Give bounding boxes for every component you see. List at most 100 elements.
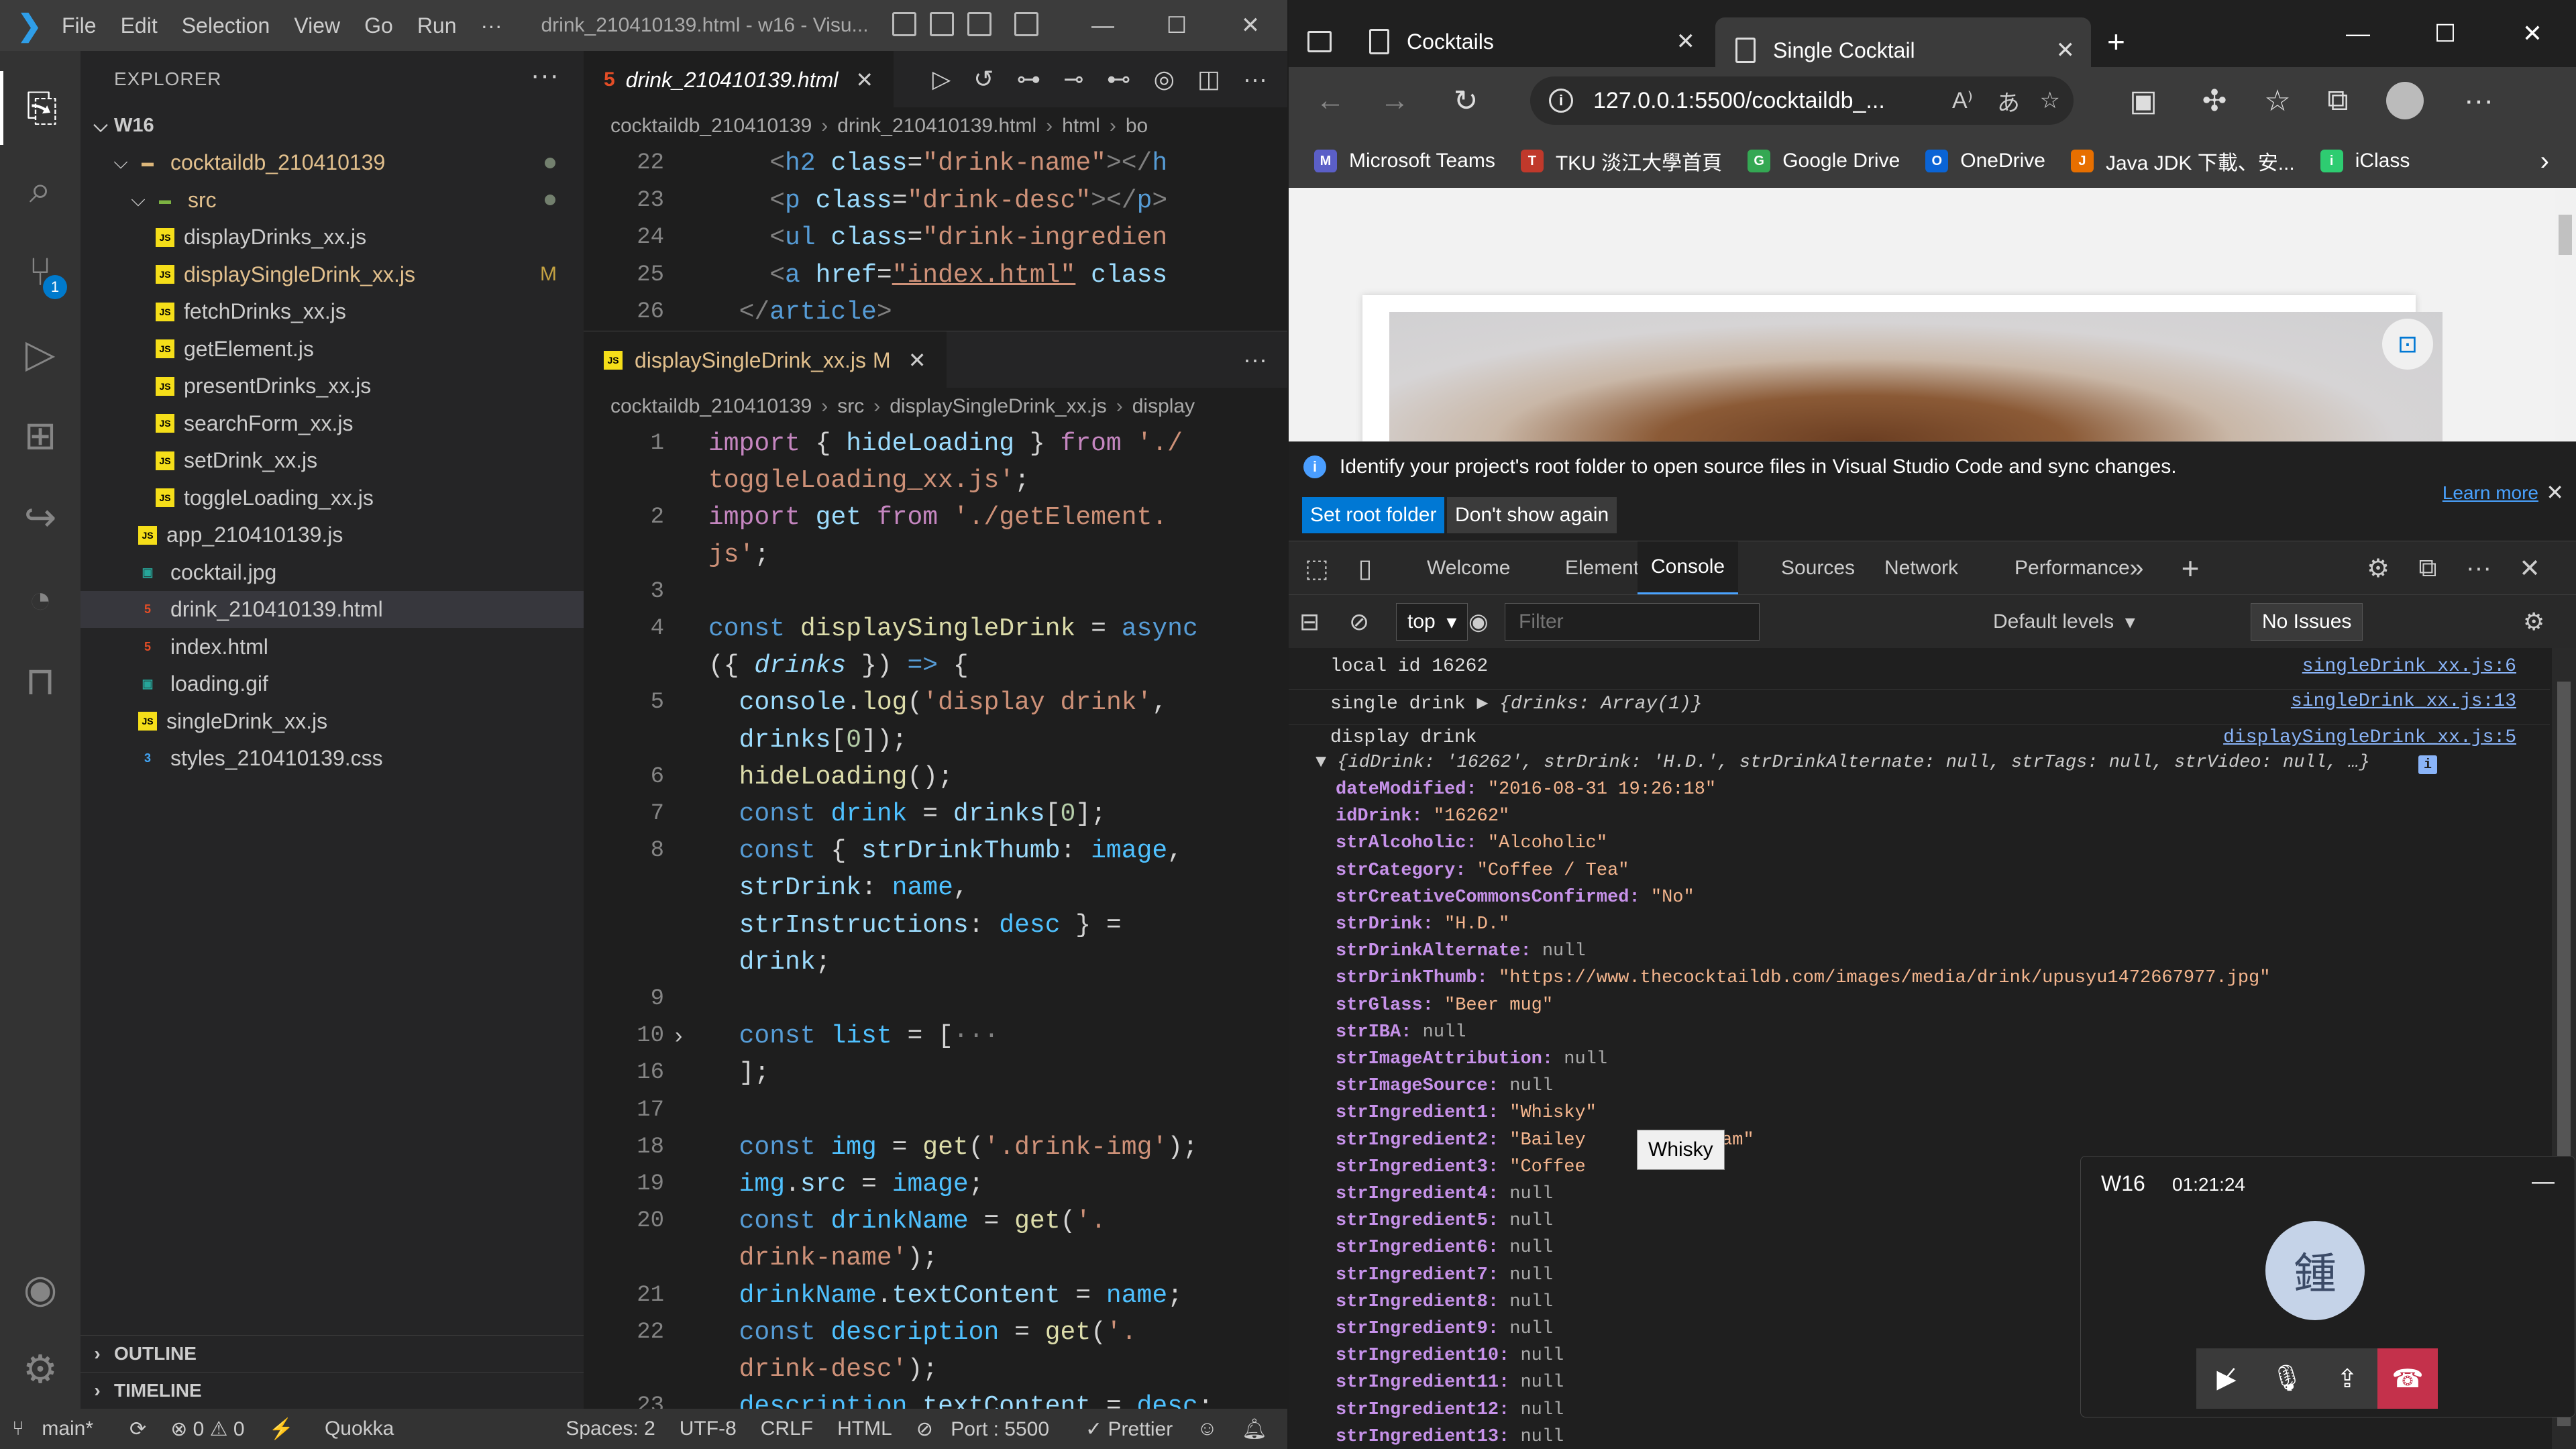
- tree-item[interactable]: JS toggleLoading_xx.js: [80, 480, 584, 517]
- new-tab-icon[interactable]: +: [2107, 17, 2147, 66]
- context-select[interactable]: top ▾: [1396, 603, 1468, 641]
- close-tab-icon[interactable]: ✕: [855, 67, 873, 93]
- bookmarks-icon[interactable]: ⊓: [0, 644, 80, 718]
- fold-chevron-icon[interactable]: ›: [675, 1018, 682, 1055]
- maximize-icon[interactable]: ☐: [2402, 0, 2489, 67]
- notifications-bell-icon[interactable]: 🔔︎: [1230, 1417, 1279, 1441]
- console-filter-input[interactable]: [1505, 603, 1760, 641]
- tree-item[interactable]: ⌵ ▬ src: [80, 182, 584, 219]
- browser-tab-cocktails[interactable]: Cocktails ✕: [1349, 17, 1711, 66]
- profile-avatar[interactable]: [2386, 82, 2424, 119]
- tree-item[interactable]: JS searchForm_xx.js: [80, 405, 584, 442]
- toggle-secondary-sidebar-icon[interactable]: [967, 12, 991, 36]
- menu-item[interactable]: View: [282, 13, 352, 38]
- site-info-icon[interactable]: i: [1549, 89, 1573, 113]
- extensions-icon[interactable]: ⊞: [0, 398, 80, 472]
- git-next-icon[interactable]: ⊷: [1107, 65, 1131, 93]
- menu-item[interactable]: Selection: [170, 13, 282, 38]
- branch-status[interactable]: ⑂ main*: [0, 1417, 117, 1440]
- tab-actions-icon[interactable]: [1298, 17, 1338, 66]
- clear-console-icon[interactable]: ⊘: [1349, 603, 1369, 641]
- accounts-icon[interactable]: ◉: [0, 1252, 80, 1326]
- tab-display-single-drink[interactable]: JS displaySingleDrink_xx.js M ✕: [584, 331, 947, 388]
- more-actions-icon[interactable]: ···: [1243, 65, 1267, 93]
- live-expression-eye-icon[interactable]: ◉: [1468, 603, 1489, 641]
- chevron-right-icon[interactable]: ›: [2540, 146, 2549, 176]
- favorite-link[interactable]: T TKU 淡江大學首頁: [1520, 146, 1722, 176]
- share-screen-icon[interactable]: ⇪: [2317, 1348, 2377, 1409]
- scrollbar-thumb[interactable]: [2559, 215, 2572, 255]
- more-actions-icon[interactable]: ···: [1243, 345, 1267, 374]
- close-icon[interactable]: ✕: [2489, 0, 2576, 67]
- tree-item[interactable]: ▣ loading.gif: [80, 665, 584, 702]
- collections-icon[interactable]: ⧉: [2319, 82, 2357, 119]
- more-actions-icon[interactable]: ···: [531, 60, 559, 91]
- menu-item[interactable]: Go: [352, 13, 405, 38]
- indentation-status[interactable]: Spaces: 2: [553, 1417, 667, 1440]
- more-actions-icon[interactable]: ···: [2463, 552, 2495, 584]
- timeline-section[interactable]: › TIMELINE: [80, 1372, 584, 1409]
- menu-item[interactable]: ···: [469, 13, 515, 38]
- tree-item[interactable]: JS singleDrink_xx.js: [80, 703, 584, 740]
- source-link[interactable]: displaySingleDrink_xx.js:5: [2223, 727, 2516, 748]
- minimize-icon[interactable]: —: [2532, 1169, 2555, 1195]
- breadcrumb-item[interactable]: src: [837, 395, 864, 418]
- run-icon[interactable]: ▷: [932, 65, 951, 93]
- settings-gear-icon[interactable]: ⚙: [2362, 552, 2394, 584]
- minimize-icon[interactable]: —: [1066, 0, 1140, 51]
- translate-icon[interactable]: あ: [1997, 85, 2020, 117]
- read-aloud-icon[interactable]: A⁾: [1952, 87, 1973, 114]
- address-bar[interactable]: i 127.0.0.1:5500/cocktaildb_... A⁾ あ ☆: [1530, 76, 2074, 125]
- git-prev-icon[interactable]: ⊸: [1063, 65, 1083, 93]
- explorer-icon[interactable]: ⎘: [0, 71, 80, 145]
- expanded-object-header[interactable]: ▼ {idDrink: '16262', strDrink: 'H.D.', s…: [1289, 753, 2550, 773]
- tree-item[interactable]: 5 index.html: [80, 629, 584, 665]
- dont-show-again-button[interactable]: Don't show again: [1447, 497, 1617, 533]
- close-icon[interactable]: ✕: [2546, 480, 2564, 505]
- device-emulation-icon[interactable]: ▯: [1349, 552, 1381, 584]
- info-icon[interactable]: i: [2418, 755, 2437, 774]
- breadcrumb-item[interactable]: drink_210410139.html: [837, 115, 1036, 138]
- more-tabs-icon[interactable]: »: [2121, 552, 2153, 584]
- live-share-icon[interactable]: ↪: [0, 480, 80, 554]
- tree-item[interactable]: JS app_210410139.js: [80, 517, 584, 553]
- devtools-tab-console[interactable]: Console: [1638, 541, 1739, 595]
- git-compare-icon[interactable]: ⊶: [1016, 65, 1040, 93]
- run-debug-icon[interactable]: ▷: [0, 317, 80, 390]
- maximize-icon[interactable]: ☐: [1140, 0, 1214, 51]
- devtools-tab-performance[interactable]: Performance: [2015, 541, 2130, 595]
- inspect-element-icon[interactable]: ⬚: [1301, 552, 1333, 584]
- add-tab-icon[interactable]: +: [2174, 551, 2206, 586]
- minimize-icon[interactable]: —: [2314, 0, 2402, 67]
- devtools-tab-sources[interactable]: Sources: [1781, 541, 1855, 595]
- add-favorite-icon[interactable]: ☆: [2040, 87, 2060, 114]
- language-status[interactable]: HTML: [825, 1417, 904, 1440]
- tree-item[interactable]: 5 drink_210410139.html: [80, 591, 584, 628]
- forward-icon[interactable]: →: [1376, 82, 1413, 119]
- devtools-tab-welcome[interactable]: Welcome: [1427, 541, 1510, 595]
- tree-item[interactable]: JS displaySingleDrink_xx.js M: [80, 256, 584, 293]
- refresh-icon[interactable]: ↻: [1447, 82, 1485, 119]
- lightning-icon[interactable]: ⚡: [257, 1417, 306, 1441]
- customize-layout-icon[interactable]: [1014, 12, 1038, 36]
- tree-item[interactable]: JS setDrink_xx.js: [80, 442, 584, 479]
- open-preview-icon[interactable]: ◎: [1154, 65, 1175, 93]
- learn-more-link[interactable]: Learn more: [2443, 482, 2538, 504]
- favorite-link[interactable]: J Java JDK 下載、安...: [2070, 146, 2295, 176]
- favorite-link[interactable]: i iClass: [2320, 146, 2410, 176]
- timeline-icon[interactable]: ↺: [973, 65, 994, 93]
- menu-item[interactable]: Edit: [109, 13, 170, 38]
- set-root-folder-button[interactable]: Set root folder: [1302, 497, 1445, 533]
- prettier-status[interactable]: ✓ Prettier: [1073, 1417, 1185, 1441]
- camera-off-icon[interactable]: ▶̸: [2196, 1348, 2257, 1409]
- favorites-icon[interactable]: ☆: [2259, 82, 2296, 119]
- tree-item[interactable]: ⌵ ▬ cocktaildb_210410139: [80, 144, 584, 181]
- source-link[interactable]: singleDrink_xx.js:13: [2291, 691, 2516, 712]
- close-icon[interactable]: ✕: [1214, 0, 1287, 51]
- close-tab-icon[interactable]: ✕: [908, 347, 926, 373]
- quokka-status[interactable]: Quokka: [313, 1417, 406, 1440]
- tree-item[interactable]: JS getElement.js: [80, 331, 584, 368]
- problems-status[interactable]: ⊗ 0 ⚠ 0: [158, 1417, 256, 1441]
- workspace-root[interactable]: ⌵ W16: [80, 107, 584, 144]
- favorite-link[interactable]: G Google Drive: [1748, 146, 1900, 176]
